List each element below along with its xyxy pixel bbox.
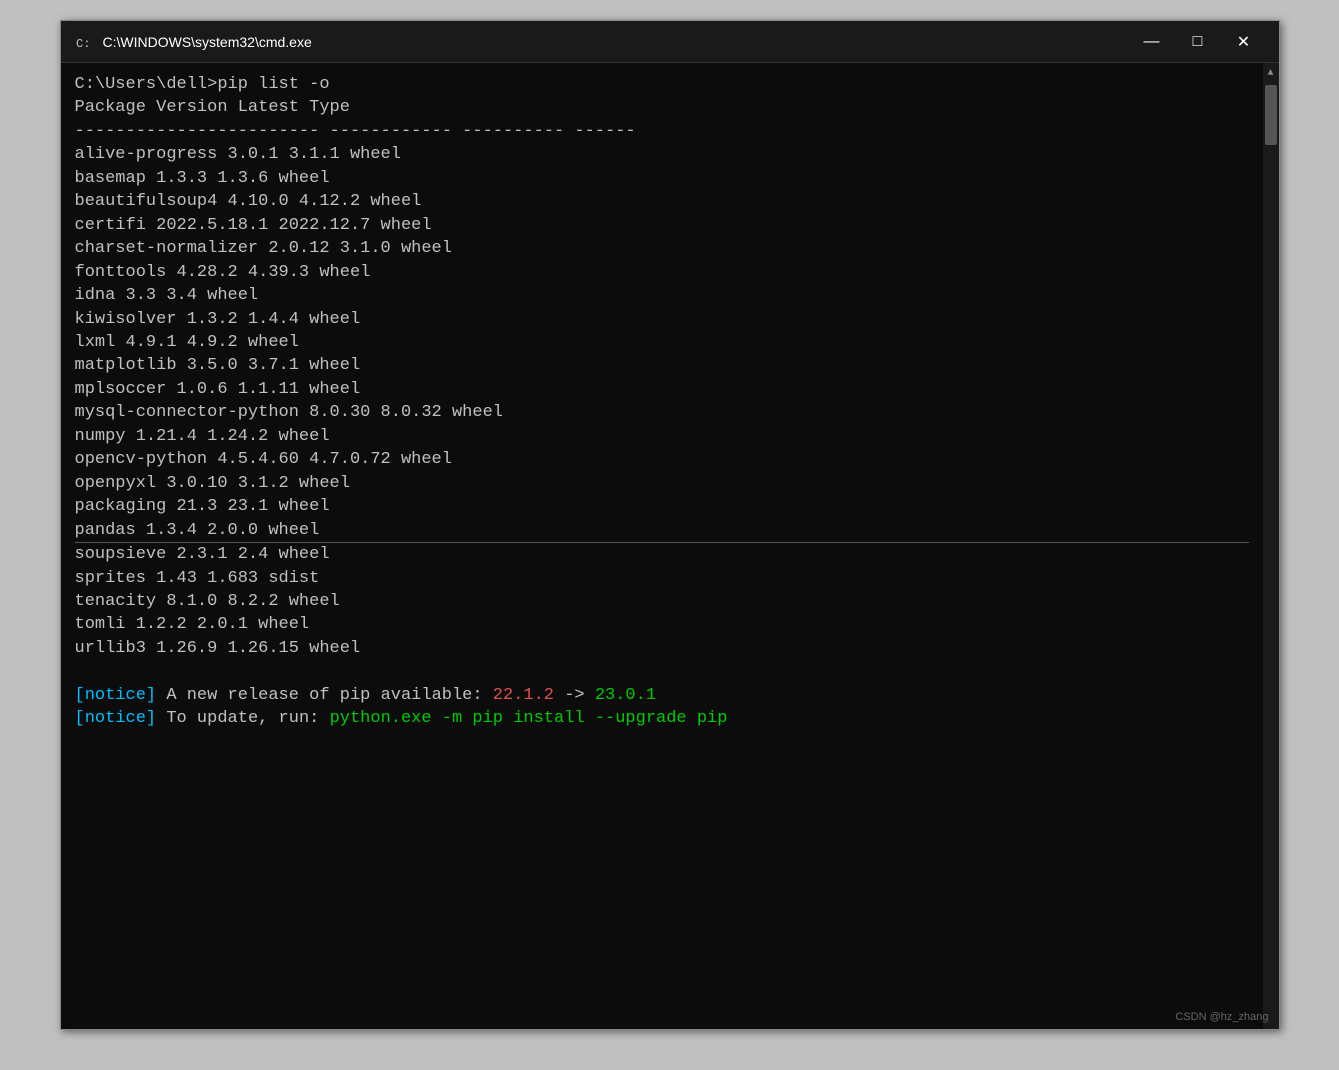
window-title: C:\WINDOWS\system32\cmd.exe [103,34,1129,50]
table-row: mplsoccer 1.0.6 1.1.11 wheel [75,378,1249,401]
notice-2: [notice] To update, run: python.exe -m p… [75,707,1249,730]
table-row: numpy 1.21.4 1.24.2 wheel [75,425,1249,448]
cmd-icon: C: [73,32,93,52]
table-row: charset-normalizer 2.0.12 3.1.0 wheel [75,237,1249,260]
table-row: soupsieve 2.3.1 2.4 wheel [75,543,1249,566]
table-row: beautifulsoup4 4.10.0 4.12.2 wheel [75,190,1249,213]
table-row: alive-progress 3.0.1 3.1.1 wheel [75,143,1249,166]
table-row: basemap 1.3.3 1.3.6 wheel [75,167,1249,190]
table-row: tomli 1.2.2 2.0.1 wheel [75,613,1249,636]
close-button[interactable]: ✕ [1221,21,1267,63]
notice2-text: To update, run: [166,709,329,728]
table-row: idna 3.3 3.4 wheel [75,284,1249,307]
table-row: kiwisolver 1.3.2 1.4.4 wheel [75,308,1249,331]
table-row: opencv-python 4.5.4.60 4.7.0.72 wheel [75,448,1249,471]
table-header: Package Version Latest Type [75,96,1249,119]
table-separator: ------------------------ ------------ --… [75,120,1249,143]
table-row: mysql-connector-python 8.0.30 8.0.32 whe… [75,401,1249,424]
blank-line [75,660,1249,683]
notice1-label: [notice] [75,686,157,705]
packages-white-section: alive-progress 3.0.1 3.1.1 wheelbasemap … [75,143,1249,542]
table-row: openpyxl 3.0.10 3.1.2 wheel [75,472,1249,495]
titlebar: C: C:\WINDOWS\system32\cmd.exe — □ ✕ [61,21,1279,63]
cmd-window: C: C:\WINDOWS\system32\cmd.exe — □ ✕ C:\… [60,20,1280,1030]
table-row: pandas 1.3.4 2.0.0 wheel [75,519,1249,542]
table-row: sprites 1.43 1.683 sdist [75,567,1249,590]
notice1-old-ver: 22.1.2 [493,686,554,705]
table-row: matplotlib 3.5.0 3.7.1 wheel [75,354,1249,377]
notice1-text: A new release of pip available: [166,686,492,705]
packages-gray-section: soupsieve 2.3.1 2.4 wheelsprites 1.43 1.… [75,543,1249,660]
command-line: C:\Users\dell>pip list -o [75,73,1249,96]
watermark: CSDN @hz_zhang [1175,1011,1268,1023]
col-package-header: Package Version Latest Type [75,98,350,117]
table-row: lxml 4.9.1 4.9.2 wheel [75,331,1249,354]
prompt-text: C:\Users\dell>pip list -o [75,75,330,94]
sep-text: ------------------------ ------------ --… [75,122,636,141]
scrollbar[interactable]: ▲ [1263,63,1279,1029]
maximize-button[interactable]: □ [1175,21,1221,63]
notice-1: [notice] A new release of pip available:… [75,684,1249,707]
window-controls: — □ ✕ [1129,21,1267,63]
table-row: urllib3 1.26.9 1.26.15 wheel [75,637,1249,660]
terminal-output[interactable]: C:\Users\dell>pip list -o Package Versio… [61,63,1263,1029]
notice2-label: [notice] [75,709,157,728]
table-row: packaging 21.3 23.1 wheel [75,495,1249,518]
notice1-arrow: -> [564,686,595,705]
minimize-button[interactable]: — [1129,21,1175,63]
table-row: tenacity 8.1.0 8.2.2 wheel [75,590,1249,613]
table-row: fonttools 4.28.2 4.39.3 wheel [75,261,1249,284]
svg-text:C:: C: [76,37,90,51]
notice2-cmd: python.exe -m pip install --upgrade pip [330,709,728,728]
table-row: certifi 2022.5.18.1 2022.12.7 wheel [75,214,1249,237]
notice1-new-ver: 23.0.1 [595,686,656,705]
scroll-thumb[interactable] [1265,85,1277,145]
scroll-up-arrow[interactable]: ▲ [1263,65,1279,81]
terminal-content: C:\Users\dell>pip list -o Package Versio… [61,63,1279,1029]
